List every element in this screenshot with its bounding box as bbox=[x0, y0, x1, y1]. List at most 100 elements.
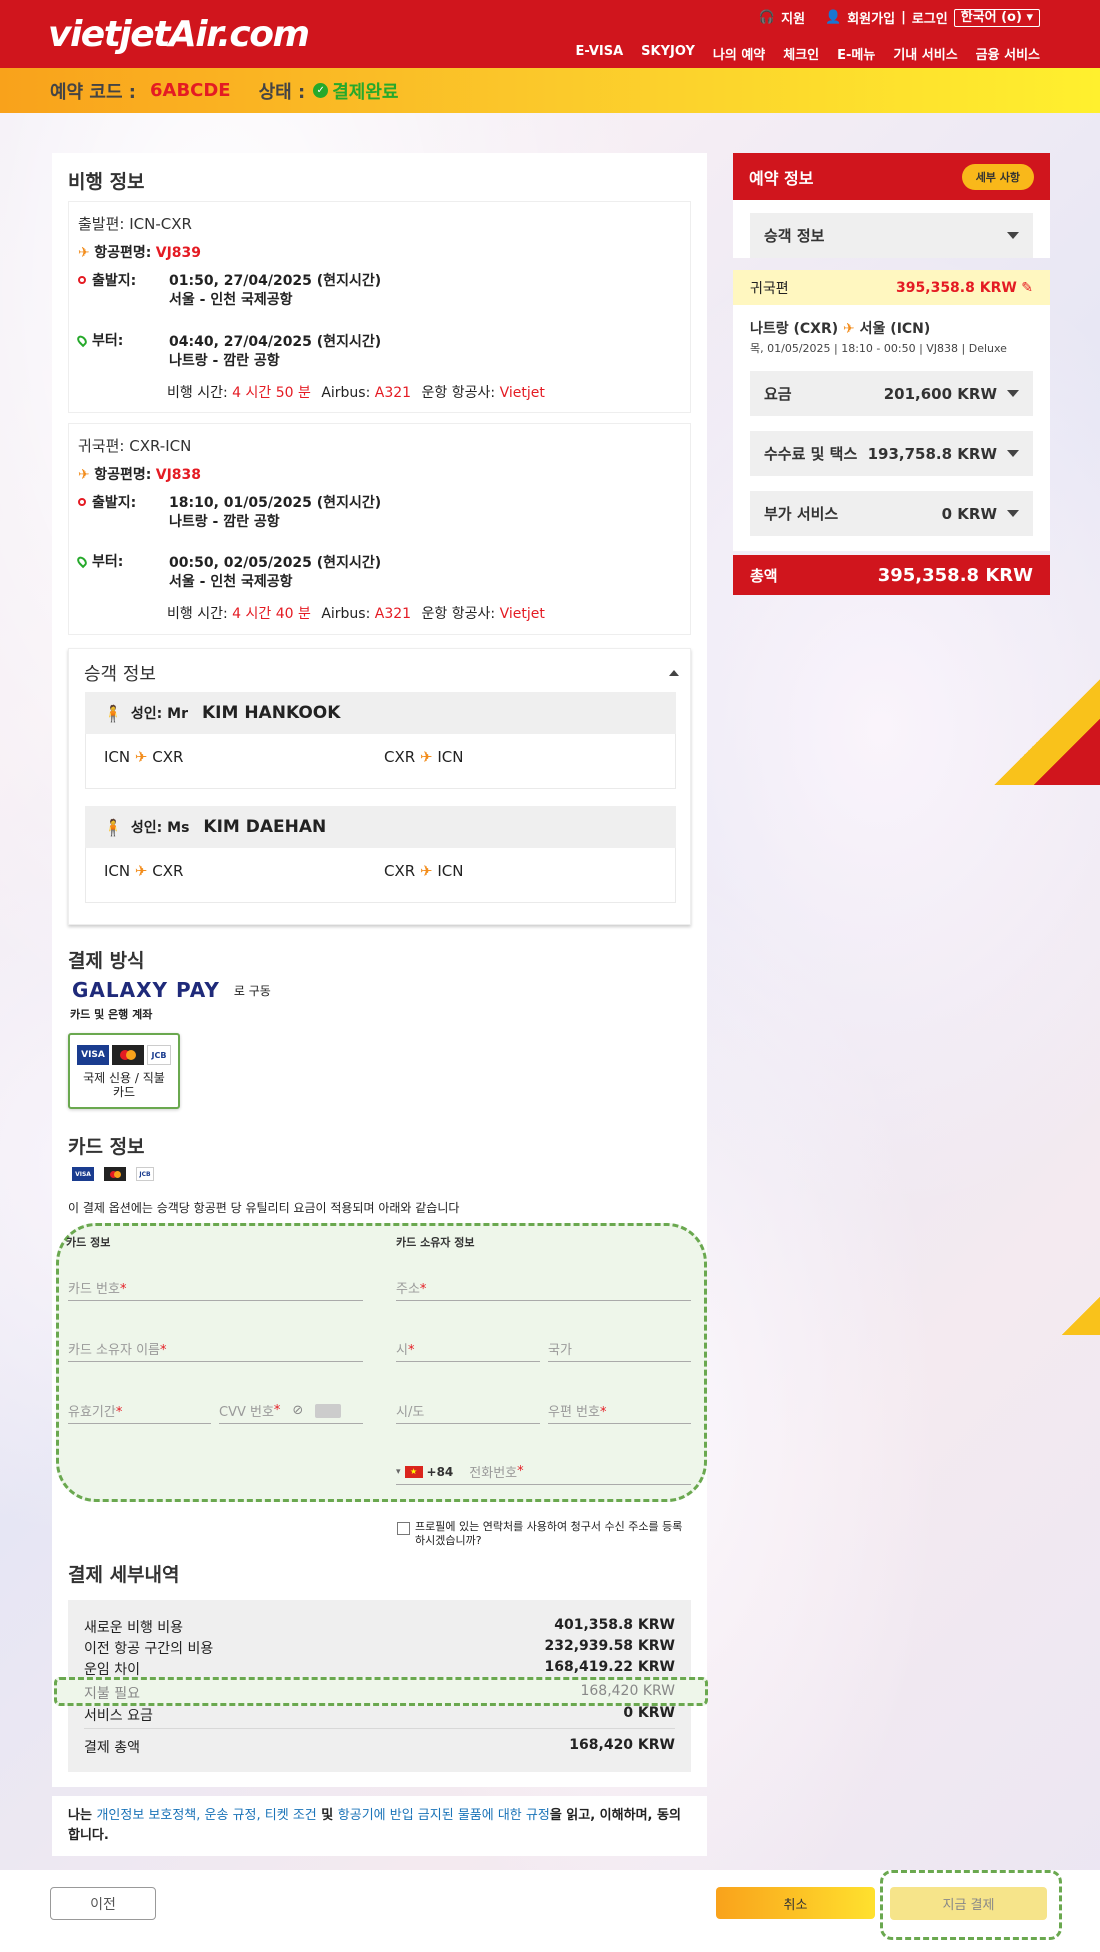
route-from: 나트랑 (CXR) bbox=[750, 321, 839, 337]
return-dep-airport: 나트랑 - 깜란 공항 bbox=[169, 514, 280, 530]
route-to: ICN bbox=[437, 862, 464, 880]
card-holder-name-input[interactable]: 카드 소유자 이름* bbox=[68, 1339, 363, 1362]
route-2: CXR ✈ ICN bbox=[384, 748, 463, 766]
passenger-1-header: 🧍 성인: Mr KIM HANKOOK bbox=[85, 692, 676, 734]
required-mark: * bbox=[517, 1464, 524, 1479]
pay-now-button[interactable]: 지금 결제 bbox=[890, 1887, 1047, 1920]
route-to: CXR bbox=[152, 748, 184, 766]
route-to: CXR bbox=[152, 862, 184, 880]
collapse-arrow-icon[interactable] bbox=[669, 670, 679, 676]
route-2: CXR ✈ ICN bbox=[384, 862, 463, 880]
tax-dropdown[interactable]: 수수료 및 택스 193,758.8 KRW bbox=[750, 431, 1033, 476]
eye-off-icon[interactable]: ⊘ bbox=[292, 1403, 303, 1418]
card-number-input[interactable]: 카드 번호* bbox=[68, 1278, 363, 1301]
previous-button[interactable]: 이전 bbox=[50, 1887, 156, 1920]
dropdown-label: 승객 정보 bbox=[764, 227, 825, 245]
chevron-down-icon bbox=[1007, 450, 1019, 457]
passenger-name: KIM DAEHAN bbox=[203, 817, 327, 837]
login-link[interactable]: 로그인 bbox=[912, 8, 948, 27]
mastercard-icon bbox=[112, 1045, 144, 1065]
status-label: 상태 : bbox=[258, 81, 306, 103]
details-button[interactable]: 세부 사항 bbox=[961, 163, 1034, 190]
return-flight-summary: 귀국편 395,358.8 KRW ✎ bbox=[733, 270, 1050, 305]
address-input[interactable]: 주소* bbox=[396, 1278, 691, 1301]
card-fee-note: 이 결제 옵션에는 승객당 항공편 당 유틸리티 요금이 적용되며 아래와 같습… bbox=[68, 1201, 460, 1215]
return-price-wrap: 395,358.8 KRW ✎ bbox=[896, 280, 1033, 296]
support-link[interactable]: 지원 bbox=[781, 8, 805, 27]
sidebar-header: 예약 정보 세부 사항 bbox=[733, 153, 1050, 200]
nav-emenu[interactable]: E-메뉴 bbox=[837, 44, 875, 63]
card-logos: VISA JCB bbox=[70, 1045, 178, 1065]
fare-dropdown[interactable]: 요금 201,600 KRW bbox=[750, 371, 1033, 416]
addon-value-wrap: 0 KRW bbox=[942, 505, 1019, 523]
arrival-pin-icon bbox=[75, 554, 89, 568]
outbound-duration-row: 비행 시간: 4 시간 50 분 Airbus: A321 운항 항공사: Vi… bbox=[167, 382, 545, 402]
sidebar-title: 예약 정보 bbox=[749, 168, 814, 188]
duration: 4 시간 40 분 bbox=[232, 606, 311, 622]
sidebar-total-label: 총액 bbox=[750, 566, 778, 585]
profile-checkbox[interactable] bbox=[397, 1522, 410, 1535]
zip-placeholder: 우편 번호 bbox=[548, 1405, 600, 1420]
card-number-placeholder: 카드 번호 bbox=[68, 1282, 120, 1297]
expiry-input[interactable]: 유효기간* bbox=[68, 1401, 211, 1424]
nav-skyjoy[interactable]: SKYJOY bbox=[641, 44, 695, 63]
cancel-button[interactable]: 취소 bbox=[716, 1887, 875, 1919]
language-select[interactable]: 한국어 (o) ▾ bbox=[953, 8, 1040, 27]
decorative-wing-2 bbox=[1060, 1290, 1100, 1335]
terms-mid: 및 bbox=[321, 1808, 334, 1823]
return-price: 395,358.8 KRW bbox=[896, 279, 1017, 296]
aircraft: A321 bbox=[374, 385, 412, 401]
detail-row-total: 결제 총액 168,420 KRW bbox=[84, 1737, 675, 1757]
privacy-policy-link[interactable]: 개인정보 보호정책, 운송 규정, 티켓 조건 bbox=[96, 1808, 316, 1823]
phone-input[interactable]: ▾ ★ +84 전화번호 * bbox=[396, 1462, 691, 1485]
detail-row-amount-due: 지불 필요 168,420 KRW bbox=[84, 1683, 675, 1703]
divider: | bbox=[901, 10, 906, 25]
country-select[interactable]: 국가 bbox=[548, 1339, 691, 1362]
required-mark: * bbox=[599, 1405, 607, 1420]
return-departure-label-row: 출발지: bbox=[78, 492, 136, 512]
nav-checkin[interactable]: 체크인 bbox=[783, 44, 819, 63]
card-payment-option[interactable]: VISA JCB 국제 신용 / 직불 카드 bbox=[68, 1033, 180, 1109]
payment-subtitle: 카드 및 은행 계좌 bbox=[70, 1008, 153, 1021]
card-option-label: 국제 신용 / 직불 카드 bbox=[83, 1071, 165, 1099]
city-input[interactable]: 시* bbox=[396, 1339, 540, 1362]
detail-value: 0 KRW bbox=[623, 1705, 675, 1721]
passenger-info-dropdown[interactable]: 승객 정보 bbox=[750, 213, 1033, 258]
edit-icon[interactable]: ✎ bbox=[1021, 280, 1033, 296]
nav-inflight[interactable]: 기내 서비스 bbox=[893, 44, 957, 63]
chevron-down-icon[interactable]: ▾ bbox=[396, 1467, 401, 1477]
zip-input[interactable]: 우편 번호* bbox=[548, 1401, 691, 1424]
route-to: 서울 (ICN) bbox=[859, 321, 931, 337]
outbound-dep-airport: 서울 - 인천 국제공항 bbox=[169, 292, 293, 308]
return-arr-airport: 서울 - 인천 국제공항 bbox=[169, 574, 293, 590]
aircraft-label: Airbus: bbox=[321, 385, 371, 401]
required-mark: * bbox=[160, 1343, 167, 1358]
departure-pin-icon bbox=[78, 276, 86, 284]
required-mark: * bbox=[273, 1403, 281, 1418]
person-icon: 🧍 bbox=[103, 703, 123, 723]
addon-dropdown[interactable]: 부가 서비스 0 KRW bbox=[750, 491, 1033, 536]
required-mark: * bbox=[407, 1343, 415, 1358]
nav-evisa[interactable]: E-VISA bbox=[576, 44, 624, 63]
route-detail: 목, 01/05/2025 | 18:10 - 00:50 | VJ838 | … bbox=[750, 342, 1007, 355]
booking-code: 6ABCDE bbox=[149, 80, 231, 101]
detail-value: 401,358.8 KRW bbox=[554, 1617, 675, 1633]
nav-finance[interactable]: 금융 서비스 bbox=[976, 44, 1040, 63]
card-section-label: 카드 정보 bbox=[66, 1236, 111, 1249]
route-1: ICN ✈ CXR bbox=[104, 748, 384, 766]
flight-number: VJ838 bbox=[155, 467, 202, 483]
tax-value-wrap: 193,758.8 KRW bbox=[868, 445, 1019, 463]
address-placeholder: 주소 bbox=[396, 1282, 420, 1297]
cvv-input[interactable]: CVV 번호 * ⊘ bbox=[219, 1401, 363, 1424]
state-input[interactable]: 시/도 bbox=[396, 1401, 540, 1424]
nav-my-booking[interactable]: 나의 예약 bbox=[713, 44, 765, 63]
vietjet-logo[interactable]: vietjetAir.com bbox=[48, 14, 310, 55]
profile-check-label: 프로필에 있는 연락처를 사용하여 청구서 수신 주소를 등록하시겠습니까? bbox=[415, 1520, 683, 1547]
signup-link[interactable]: 회원가입 bbox=[847, 8, 895, 27]
flight-number-label: 항공편명: bbox=[94, 245, 152, 261]
state-placeholder: 시/도 bbox=[396, 1405, 425, 1420]
prohibited-items-link[interactable]: 항공기에 반입 금지된 물품에 대한 규정 bbox=[338, 1808, 550, 1823]
return-title: 귀국편: CXR-ICN bbox=[78, 437, 192, 455]
route-from: ICN bbox=[104, 862, 131, 880]
passenger-1-routes: ICN ✈ CXR CXR ✈ ICN bbox=[104, 748, 664, 766]
